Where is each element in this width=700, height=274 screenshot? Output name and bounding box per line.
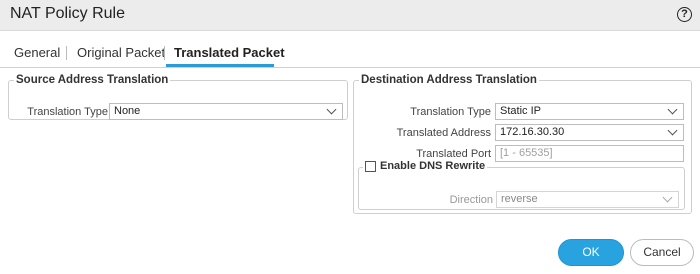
cancel-button[interactable]: Cancel bbox=[630, 239, 694, 266]
translated-address-label: Translated Address bbox=[396, 127, 491, 139]
destination-panel-legend: Destination Address Translation bbox=[361, 74, 537, 86]
dns-rewrite-panel: Enable DNS Rewrite Direction reverse bbox=[358, 160, 685, 210]
destination-translation-type-value: Static IP bbox=[500, 105, 541, 117]
tab-general[interactable]: General bbox=[14, 45, 60, 60]
enable-dns-rewrite-checkbox[interactable] bbox=[365, 160, 376, 172]
tab-separator bbox=[66, 46, 67, 60]
source-translation-type-select[interactable]: None bbox=[109, 103, 343, 120]
chevron-down-icon bbox=[326, 104, 337, 115]
title-bar: NAT Policy Rule ? bbox=[0, 0, 700, 31]
active-tab-indicator bbox=[166, 64, 274, 67]
translated-port-label: Translated Port bbox=[416, 148, 491, 160]
tab-separator bbox=[164, 46, 165, 60]
source-translation-type-label: Translation Type bbox=[27, 106, 108, 118]
translated-address-value: 172.16.30.30 bbox=[500, 126, 565, 138]
chevron-down-icon bbox=[667, 104, 678, 115]
source-address-translation-panel: Source Address Translation Translation T… bbox=[8, 74, 348, 120]
source-translation-type-value: None bbox=[114, 105, 141, 117]
direction-value: reverse bbox=[501, 192, 538, 205]
ok-button[interactable]: OK bbox=[558, 239, 624, 266]
dns-rewrite-row: Enable DNS Rewrite bbox=[365, 160, 485, 172]
chevron-down-icon bbox=[662, 192, 673, 202]
tab-original-packet[interactable]: Original Packet bbox=[77, 45, 165, 60]
tab-bar: General Original Packet Translated Packe… bbox=[0, 38, 700, 68]
chevron-down-icon bbox=[667, 125, 678, 136]
source-panel-legend: Source Address Translation bbox=[16, 74, 169, 86]
tab-translated-packet[interactable]: Translated Packet bbox=[174, 45, 285, 60]
destination-translation-type-select[interactable]: Static IP bbox=[495, 103, 684, 120]
dialog-title: NAT Policy Rule bbox=[10, 5, 125, 22]
dns-rewrite-legend: Enable DNS Rewrite bbox=[363, 160, 487, 175]
translated-address-select[interactable]: 172.16.30.30 bbox=[495, 124, 684, 141]
direction-select[interactable]: reverse bbox=[496, 190, 679, 208]
destination-translation-type-label: Translation Type bbox=[410, 106, 491, 118]
direction-label: Direction bbox=[449, 193, 493, 206]
enable-dns-rewrite-label: Enable DNS Rewrite bbox=[380, 160, 486, 172]
destination-address-translation-panel: Destination Address Translation Translat… bbox=[353, 74, 692, 214]
help-icon[interactable]: ? bbox=[677, 7, 692, 22]
